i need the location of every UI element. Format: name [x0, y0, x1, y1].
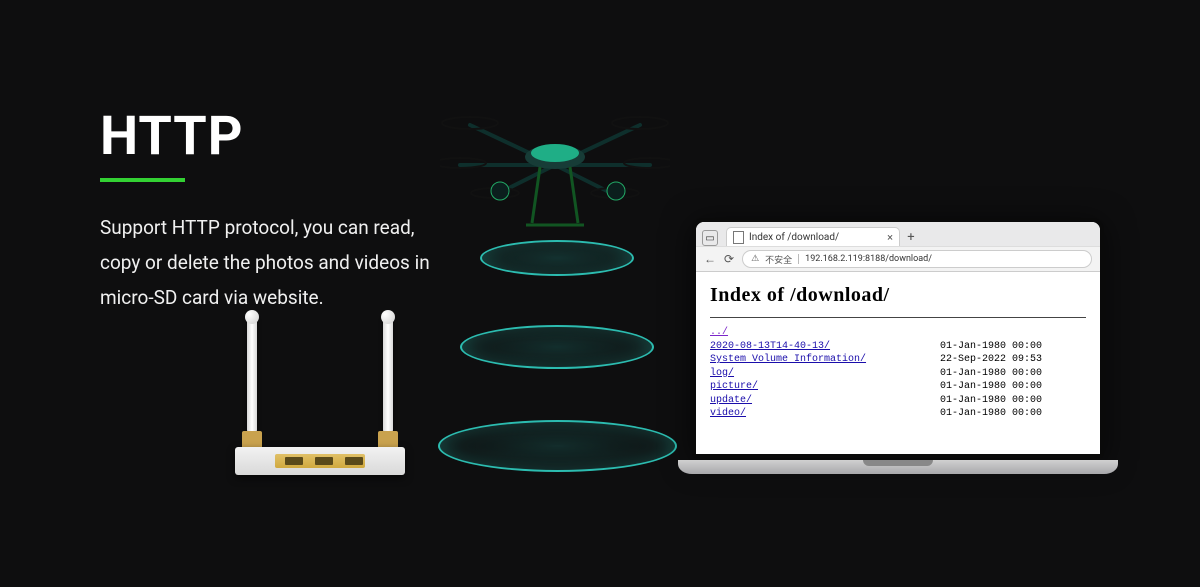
list-item: 2020-08-13T14-40-13/01-Jan-1980 00:00 — [710, 340, 1086, 354]
feature-title: HTTP — [100, 105, 430, 168]
url-input[interactable]: ⚠ 不安全 192.168.2.119:8188/download/ — [742, 250, 1092, 268]
list-item: update/01-Jan-1980 00:00 — [710, 394, 1086, 408]
browser-tabbar: ▭ Index of /download/ × + — [696, 222, 1100, 246]
laptop-base — [678, 460, 1118, 474]
document-icon — [733, 231, 744, 244]
router-body — [235, 447, 405, 475]
directory-link[interactable]: System Volume Information/ — [710, 354, 866, 365]
directory-link[interactable]: log/ — [710, 368, 734, 379]
antenna-icon — [247, 315, 257, 435]
tab-title: Index of /download/ — [749, 232, 839, 243]
signal-ring-icon — [460, 325, 654, 369]
file-date: 01-Jan-1980 00:00 — [940, 407, 1042, 421]
divider — [710, 317, 1086, 318]
drone-illustration — [440, 95, 670, 245]
feature-description: Support HTTP protocol, you can read, cop… — [100, 210, 430, 315]
list-item: log/01-Jan-1980 00:00 — [710, 367, 1086, 381]
new-tab-button[interactable]: + — [902, 228, 920, 246]
router-ports-icon — [275, 454, 365, 468]
laptop-illustration: ▭ Index of /download/ × + ← ⟳ ⚠ 不安全 192.… — [678, 218, 1118, 498]
laptop-screen: ▭ Index of /download/ × + ← ⟳ ⚠ 不安全 192.… — [692, 218, 1104, 458]
list-item: video/01-Jan-1980 00:00 — [710, 407, 1086, 421]
insecure-icon: ⚠ — [751, 254, 759, 264]
list-item: System Volume Information/22-Sep-2022 09… — [710, 353, 1086, 367]
file-date: 22-Sep-2022 09:53 — [940, 353, 1042, 367]
file-date: 01-Jan-1980 00:00 — [940, 394, 1042, 408]
file-date: 01-Jan-1980 00:00 — [940, 340, 1042, 354]
directory-link[interactable]: update/ — [710, 395, 752, 406]
directory-link[interactable]: picture/ — [710, 381, 758, 392]
list-item: picture/01-Jan-1980 00:00 — [710, 380, 1086, 394]
reload-icon[interactable]: ⟳ — [724, 252, 734, 266]
title-underline — [100, 178, 185, 182]
tab-list-icon[interactable]: ▭ — [702, 230, 718, 246]
router-illustration — [235, 315, 405, 475]
browser-tab[interactable]: Index of /download/ × — [726, 227, 900, 246]
directory-link[interactable]: video/ — [710, 408, 746, 419]
directory-link[interactable]: 2020-08-13T14-40-13/ — [710, 341, 830, 352]
url-text: 192.168.2.119:8188/download/ — [805, 254, 932, 264]
link[interactable]: ../ — [710, 327, 728, 338]
signal-ring-icon — [480, 240, 634, 276]
browser-addressbar: ← ⟳ ⚠ 不安全 192.168.2.119:8188/download/ — [696, 246, 1100, 271]
security-label: 不安全 — [765, 253, 792, 266]
signal-ring-icon — [438, 420, 677, 472]
directory-listing: ../ 2020-08-13T14-40-13/01-Jan-1980 00:0… — [710, 326, 1086, 421]
file-date: 01-Jan-1980 00:00 — [940, 380, 1042, 394]
parent-directory-link[interactable]: ../ — [710, 326, 1086, 340]
file-date: 01-Jan-1980 00:00 — [940, 367, 1042, 381]
divider — [798, 254, 799, 264]
browser-chrome: ▭ Index of /download/ × + ← ⟳ ⚠ 不安全 192.… — [696, 222, 1100, 272]
antenna-icon — [383, 315, 393, 435]
page-heading: Index of /download/ — [710, 284, 1086, 307]
page-content: Index of /download/ ../ 2020-08-13T14-40… — [696, 272, 1100, 431]
back-icon[interactable]: ← — [704, 252, 716, 266]
feature-text-block: HTTP Support HTTP protocol, you can read… — [100, 105, 430, 315]
drone-icon — [440, 95, 670, 245]
close-icon[interactable]: × — [887, 231, 893, 244]
